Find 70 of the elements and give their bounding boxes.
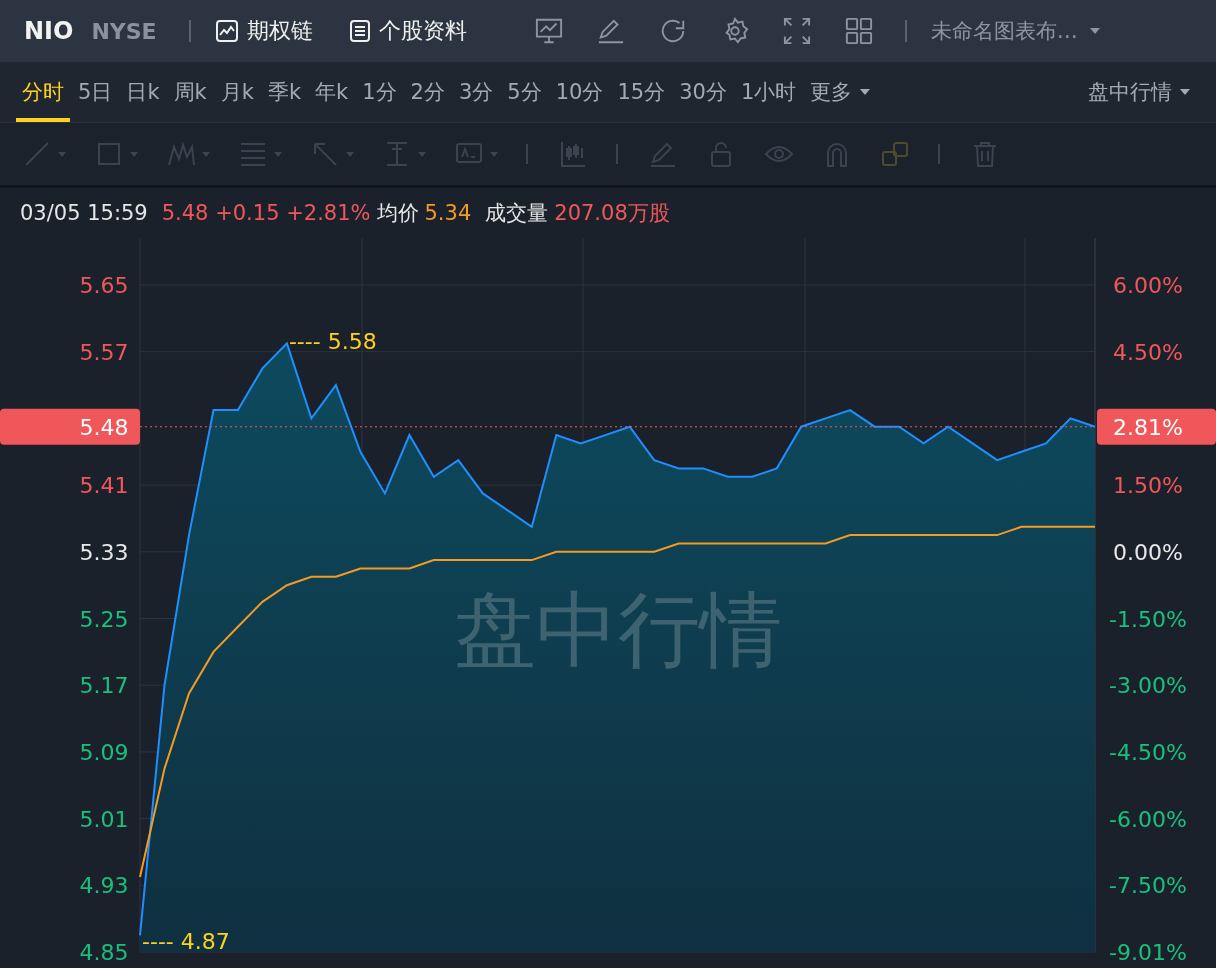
- percent-axis-label: 0.00%: [1113, 539, 1183, 565]
- overlapping-squares-icon[interactable]: [880, 139, 910, 169]
- percent-axis-label: -9.01%: [1109, 940, 1187, 965]
- low-price-marker: ---- 4.87: [142, 929, 230, 955]
- chart-monitor-icon[interactable]: [534, 17, 563, 45]
- period-tab[interactable]: 周k: [167, 62, 213, 122]
- price-axis-label: 4.85: [79, 940, 129, 965]
- last-price-tag: 5.48: [0, 408, 140, 445]
- quote-text: 03/05 15:59: [20, 201, 148, 225]
- document-icon: [348, 19, 371, 43]
- percent-axis-label: 1.50%: [1113, 473, 1183, 499]
- high-price-marker: ---- 5.58: [288, 329, 377, 355]
- percent-axis-label: -4.50%: [1109, 739, 1187, 765]
- options-chain-link[interactable]: 期权链: [214, 16, 313, 46]
- period-tab[interactable]: 15分: [611, 62, 672, 122]
- period-tab[interactable]: 2分: [404, 62, 451, 122]
- percent-axis-label: -6.00%: [1109, 806, 1187, 832]
- quote-text: 5.48 +0.15 +2.81%: [161, 201, 371, 225]
- stock-symbol: NIO: [24, 17, 74, 45]
- price-axis-label: 5.09: [79, 739, 129, 765]
- price-axis-label: 5.17: [79, 673, 129, 699]
- price-axis-label: 5.57: [79, 339, 129, 365]
- price-axis-label: 5.25: [79, 606, 129, 632]
- fullscreen-icon[interactable]: [782, 17, 811, 45]
- caret-icon[interactable]: [490, 151, 498, 157]
- caret-icon: [860, 89, 871, 95]
- period-tab[interactable]: 1小时: [734, 62, 803, 122]
- caret-icon: [1180, 89, 1190, 95]
- caret-icon: [1089, 28, 1100, 34]
- layout-dropdown[interactable]: 未命名图表布…: [930, 17, 1100, 45]
- candlestick-icon[interactable]: [558, 139, 588, 169]
- caret-icon[interactable]: [130, 151, 138, 157]
- grid-layout-icon[interactable]: [844, 17, 873, 45]
- pencil-icon[interactable]: [596, 17, 625, 45]
- exchange-label: NYSE: [91, 18, 157, 44]
- quote-text: 均价: [376, 200, 419, 227]
- percent-axis-label: 6.00%: [1113, 273, 1183, 298]
- ref-line-label: 5.48: [79, 414, 129, 440]
- price-axis-label: 4.93: [79, 873, 129, 899]
- profile-link[interactable]: 个股资料: [348, 16, 467, 46]
- caret-icon[interactable]: [274, 151, 282, 157]
- caret-icon[interactable]: [202, 151, 210, 157]
- percent-axis-label: -3.00%: [1109, 673, 1187, 699]
- caret-icon[interactable]: [58, 151, 66, 157]
- chart-icon: [214, 19, 239, 43]
- price-axis-label: 5.33: [79, 539, 129, 565]
- quote-text: 5.34: [424, 201, 472, 225]
- caret-icon[interactable]: [418, 151, 426, 157]
- session-dropdown[interactable]: 盘中行情: [1082, 62, 1196, 122]
- quote-text: 207.08万股: [554, 200, 670, 227]
- period-tab[interactable]: 季k: [261, 62, 308, 122]
- period-tab[interactable]: 日k: [120, 62, 166, 122]
- price-axis-label: 5.41: [79, 473, 129, 499]
- last-percent-tag: 2.81%: [1097, 408, 1216, 445]
- more-dropdown[interactable]: 更多: [804, 62, 877, 122]
- percent-axis-label: -1.50%: [1109, 606, 1187, 632]
- period-tab[interactable]: 30分: [673, 62, 733, 122]
- period-tab[interactable]: 5日: [72, 62, 119, 122]
- period-tab[interactable]: 10分: [549, 62, 610, 122]
- period-tab[interactable]: 3分: [453, 62, 500, 122]
- caret-icon[interactable]: [346, 151, 354, 157]
- price-axis-label: 5.01: [79, 806, 129, 832]
- period-tab[interactable]: 5分: [501, 62, 548, 122]
- price-axis-label: 5.65: [79, 273, 129, 298]
- period-tab[interactable]: 年k: [309, 62, 355, 122]
- percent-axis-label: -7.50%: [1109, 873, 1187, 899]
- quote-text: 成交量: [485, 200, 549, 227]
- period-tab[interactable]: 1分: [356, 62, 403, 122]
- percent-axis-label: 4.50%: [1113, 339, 1183, 365]
- period-tab[interactable]: 月k: [214, 62, 260, 122]
